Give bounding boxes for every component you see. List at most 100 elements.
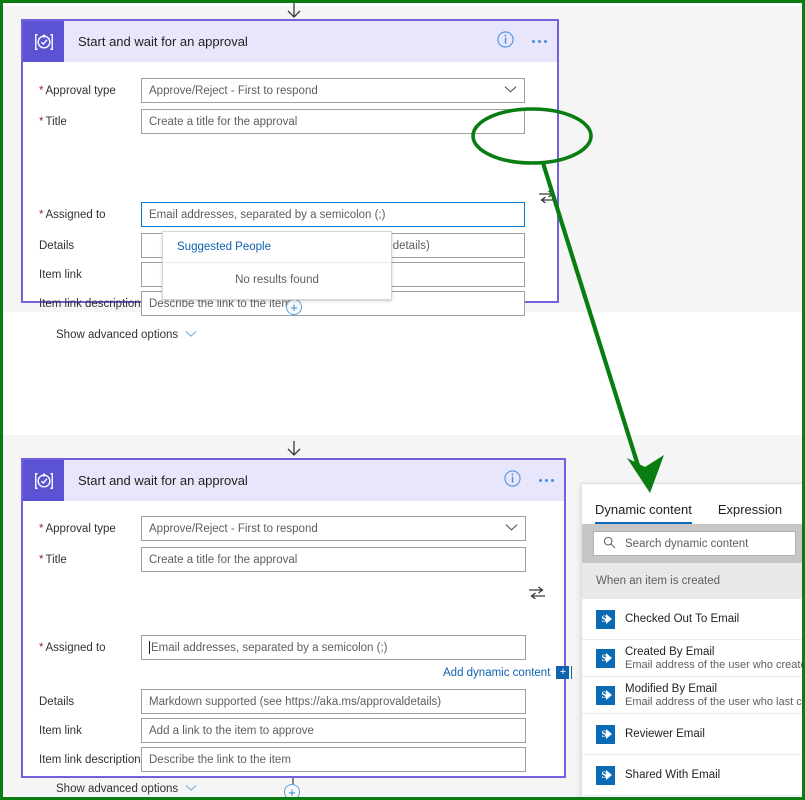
item-link-description-input[interactable]: Describe the link to the item (141, 747, 526, 772)
field-label-approval-type: * Approval type (39, 84, 116, 97)
approval-card-top[interactable]: Start and wait for an approval * Approval… (21, 19, 559, 341)
tab-expression[interactable]: Expression (718, 502, 782, 524)
field-label-title: * Title (39, 553, 67, 566)
field-label-approval-type: * Approval type (39, 522, 116, 535)
details-input[interactable]: Markdown supported (see https://aka.ms/a… (141, 689, 526, 714)
dynamic-content-tabs: Dynamic content Expression (582, 484, 802, 524)
card-header-actions (504, 460, 554, 501)
required-asterisk: * (39, 208, 44, 221)
switch-assignee-icon[interactable] (528, 586, 546, 604)
details-placeholder: Markdown supported (see https://aka.ms/a… (149, 695, 442, 708)
add-step-plus-label: + (288, 784, 296, 800)
info-icon[interactable] (497, 30, 514, 53)
dynamic-content-item[interactable]: S Modified By Email Email address of the… (582, 677, 805, 714)
card-header-bottom[interactable]: Start and wait for an approval (23, 460, 564, 501)
card-title: Start and wait for an approval (78, 34, 248, 49)
add-step-button-top[interactable]: + (286, 299, 302, 315)
approval-check-icon (23, 460, 64, 501)
field-row-title: * Title Create a title for the approval (23, 109, 557, 134)
field-row-item-link-description: Item link description Describe the link … (23, 747, 564, 772)
dynamic-content-item[interactable]: S Created By Email Email address of the … (582, 640, 805, 677)
add-dynamic-content-label: Add dynamic content (443, 666, 551, 679)
card-header-top[interactable]: Start and wait for an approval (23, 21, 557, 62)
tab-dynamic-content[interactable]: Dynamic content (595, 502, 692, 524)
required-asterisk: * (39, 522, 44, 535)
dynamic-content-item[interactable]: S Checked Out To Email (582, 599, 802, 640)
suggested-people-header: Suggested People (163, 232, 391, 263)
field-row-item-link: Item link Add a link to the item to appr… (23, 718, 564, 743)
field-row-assigned-to: * Assigned to Email addresses, separated … (23, 202, 557, 227)
required-asterisk: * (39, 84, 44, 97)
required-asterisk: * (39, 115, 44, 128)
sharepoint-icon: S (596, 648, 615, 668)
field-label-assigned-to: * Assigned to (39, 641, 106, 654)
approval-check-icon (23, 21, 64, 62)
chevron-down-icon (185, 329, 197, 341)
sharepoint-icon: S (596, 765, 615, 785)
title-input[interactable]: Create a title for the approval (141, 547, 526, 572)
chevron-down-icon[interactable] (505, 523, 518, 535)
add-dynamic-content-link[interactable]: Add dynamic content + (443, 666, 573, 679)
more-options-icon[interactable] (539, 479, 554, 482)
sharepoint-icon: S (596, 724, 615, 744)
more-options-icon[interactable] (532, 40, 547, 43)
field-row-details: Details Markdown supported (see https://… (23, 689, 564, 714)
add-step-plus-label: + (290, 299, 298, 315)
dynamic-content-item-name: Modified By Email (625, 682, 718, 695)
approval-card-bottom[interactable]: Start and wait for an approval * Approval… (21, 458, 573, 795)
field-label-assigned-to: * Assigned to (39, 208, 106, 221)
item-link-input[interactable]: Add a link to the item to approve (141, 718, 526, 743)
add-step-button-bottom[interactable]: + (284, 784, 300, 800)
plus-glyph: + (559, 666, 567, 678)
dynamic-content-item[interactable]: S Reviewer Email (582, 714, 802, 755)
field-label-item-link: Item link (39, 724, 82, 737)
dynamic-content-item-name: Shared With Email (625, 769, 721, 781)
dynamic-content-item-name: Checked Out To Email (625, 613, 740, 625)
card-title: Start and wait for an approval (78, 473, 248, 488)
field-row-assigned-to: * Assigned to Email addresses, separated … (23, 635, 564, 660)
approval-type-value: Approve/Reject - First to respond (149, 84, 318, 97)
dynamic-content-item[interactable]: S Shared With Email (582, 755, 802, 796)
search-placeholder: Search dynamic content (625, 537, 749, 550)
suggested-people-flyout[interactable]: Suggested People No results found (162, 231, 392, 300)
field-label-details: Details (39, 239, 75, 252)
dynamic-content-search-bar: Search dynamic content (582, 524, 802, 563)
item-link-description-placeholder: Describe the link to the item (149, 753, 291, 766)
dynamic-content-panel[interactable]: Dynamic content Expression Search dynami… (581, 483, 805, 797)
assigned-to-input[interactable]: Email addresses, separated by a semicolo… (141, 202, 525, 227)
dynamic-content-item-description: Email address of the user who create (625, 658, 805, 671)
field-label-details: Details (39, 695, 75, 708)
field-label-item-link: Item link (39, 268, 82, 281)
show-advanced-options-label: Show advanced options (56, 783, 179, 795)
show-advanced-options-top[interactable]: Show advanced options (56, 329, 197, 341)
text-caret (149, 641, 150, 654)
item-link-placeholder: Add a link to the item to approve (149, 724, 314, 737)
dynamic-content-item-description: Email address of the user who last ch (625, 695, 805, 708)
search-dynamic-content-input[interactable]: Search dynamic content (593, 531, 796, 556)
field-row-approval-type: * Approval type Approve/Reject - First to… (23, 516, 564, 541)
assigned-to-input[interactable]: Email addresses, separated by a semicolo… (141, 635, 526, 660)
show-advanced-options-bottom[interactable]: Show advanced options (56, 783, 197, 795)
field-row-approval-type: * Approval type Approve/Reject - First to… (23, 78, 557, 103)
card-body-top: * Approval type Approve/Reject - First to… (23, 62, 557, 341)
assigned-to-placeholder: Email addresses, separated by a semicolo… (151, 641, 388, 654)
approval-type-select[interactable]: Approve/Reject - First to respond (141, 78, 525, 103)
approval-type-select[interactable]: Approve/Reject - First to respond (141, 516, 526, 541)
info-icon[interactable] (504, 469, 521, 492)
dynamic-content-group-header: When an item is created (582, 563, 802, 599)
title-input[interactable]: Create a title for the approval (141, 109, 525, 134)
card-body-bottom: * Approval type Approve/Reject - First to… (23, 501, 573, 795)
dynamic-content-item-name: Created By Email (625, 645, 715, 658)
sharepoint-icon: S (596, 685, 615, 705)
required-asterisk: * (39, 553, 44, 566)
field-label-item-link-description: Item link description (39, 753, 141, 766)
chevron-down-icon[interactable] (504, 85, 517, 97)
approval-type-value: Approve/Reject - First to respond (149, 522, 318, 535)
search-icon (603, 536, 616, 552)
title-placeholder: Create a title for the approval (149, 553, 298, 566)
add-dynamic-content-badge-icon[interactable]: + (556, 666, 573, 679)
sharepoint-icon: S (596, 609, 615, 629)
assigned-to-placeholder: Email addresses, separated by a semicolo… (149, 208, 386, 221)
dynamic-content-item-name: Reviewer Email (625, 728, 705, 740)
field-label-item-link-description: Item link description (39, 297, 141, 310)
